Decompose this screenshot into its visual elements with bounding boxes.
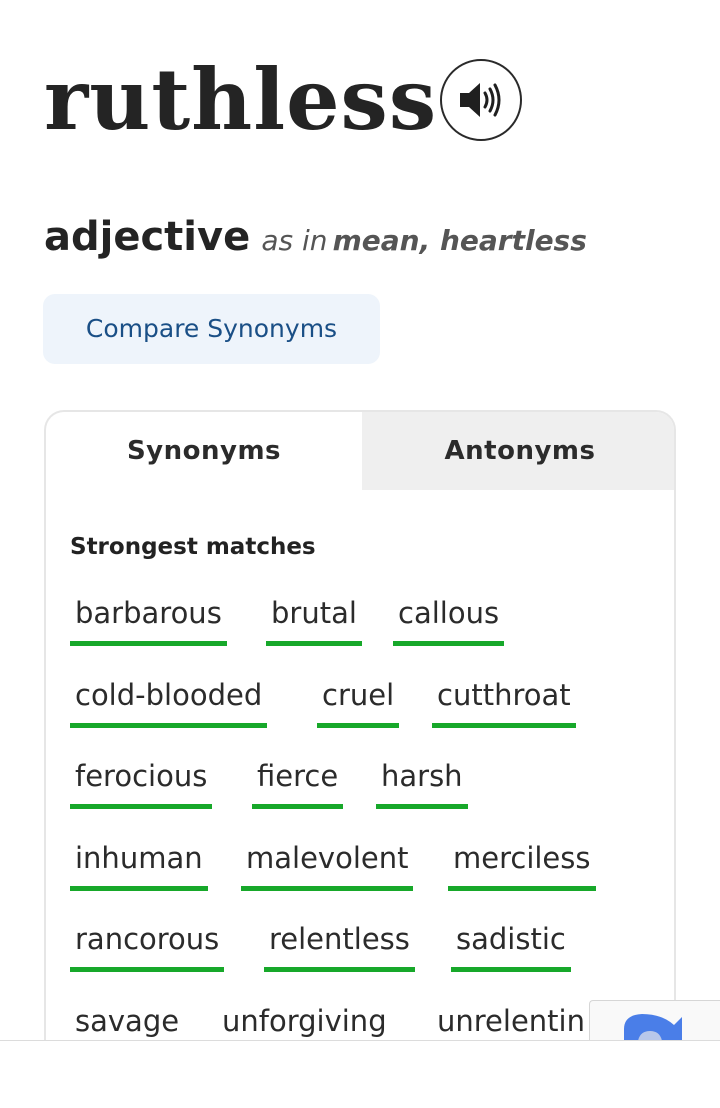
as-in-label: as in — [261, 224, 328, 257]
synonym-link[interactable]: callous — [393, 588, 505, 646]
synonym-row: barbarous brutal callous — [70, 588, 670, 670]
synonym-link[interactable]: barbarous — [70, 588, 227, 646]
synonym-link[interactable]: rancorous — [70, 914, 225, 973]
synonym-link[interactable]: fierce — [252, 751, 344, 810]
part-of-speech: adjective — [44, 214, 251, 260]
synonym-list: barbarous brutal callous cold-blooded cr… — [70, 588, 670, 1078]
synonym-link[interactable]: relentless — [264, 914, 415, 973]
recaptcha-badge[interactable] — [589, 1000, 720, 1040]
synonym-row: ferocious fierce harsh — [70, 751, 670, 833]
synonym-link[interactable]: inhuman — [70, 833, 208, 891]
synonym-row: inhuman malevolent merciless — [70, 833, 670, 915]
synonym-link[interactable]: cruel — [317, 670, 400, 728]
synonym-link[interactable]: sadistic — [451, 914, 571, 973]
section-title: Strongest matches — [70, 534, 316, 560]
synonym-link[interactable]: cold-blooded — [70, 670, 268, 728]
synonym-row: rancorous relentless sadistic — [70, 914, 670, 996]
synonym-link[interactable]: brutal — [266, 588, 362, 646]
synonym-link[interactable]: merciless — [448, 833, 596, 891]
synonym-link[interactable]: ferocious — [70, 751, 213, 810]
tab-antonyms[interactable]: Antonyms — [362, 412, 674, 490]
bottom-bar — [0, 1040, 720, 1108]
play-pronunciation-button[interactable] — [440, 59, 522, 141]
synonym-link[interactable]: harsh — [376, 751, 468, 810]
compare-synonyms-button[interactable]: Compare Synonyms — [43, 294, 380, 364]
thesaurus-panel: Synonyms Antonyms Strongest matches barb… — [44, 410, 676, 1090]
part-of-speech-line: adjective as in mean, heartless — [44, 214, 587, 260]
synonym-row: cold-blooded cruel cutthroat — [70, 670, 670, 752]
synonym-link[interactable]: malevolent — [241, 833, 414, 891]
tab-synonyms[interactable]: Synonyms — [46, 412, 362, 490]
speaker-icon — [460, 83, 501, 117]
headword: ruthless — [44, 50, 438, 149]
as-in-words: mean, heartless — [332, 224, 587, 257]
recaptcha-logo-icon — [624, 1014, 682, 1040]
synonym-link[interactable]: cutthroat — [432, 670, 576, 728]
